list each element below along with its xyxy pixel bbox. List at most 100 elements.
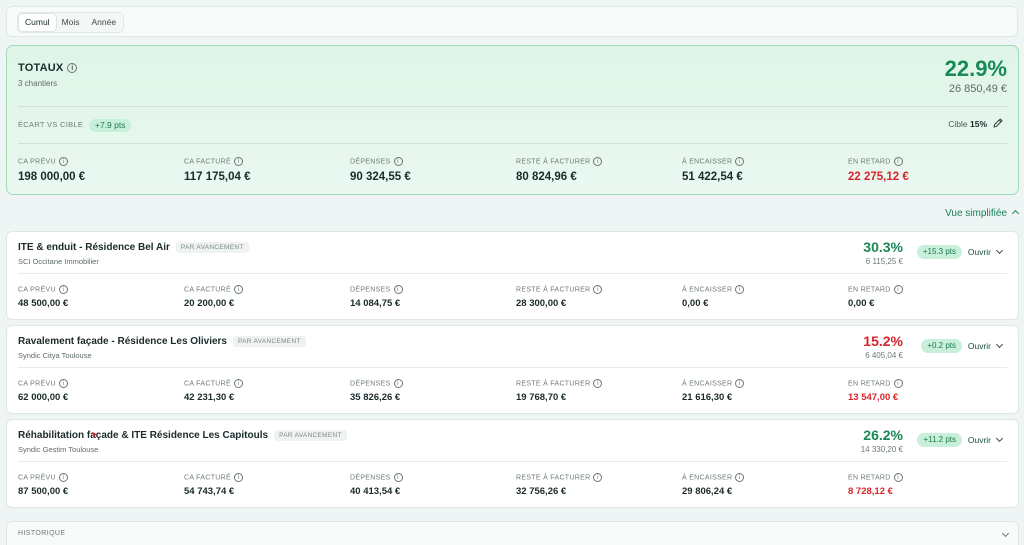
- vue-simplifiee-label: Vue simplifiée: [945, 208, 1007, 219]
- info-icon[interactable]: i: [58, 379, 68, 388]
- metric-label: DÉPENSES: [350, 158, 391, 166]
- project-card: Ravalement façade - Résidence Les Olivie…: [6, 325, 1019, 414]
- project-name: Ravalement façade - Résidence Les Olivie…: [18, 336, 227, 347]
- info-icon[interactable]: i: [893, 285, 903, 294]
- metric-value: 62 000,00 €: [18, 392, 69, 403]
- info-icon[interactable]: i: [393, 285, 403, 294]
- metric-depenses: DÉPENSES i 14 084,75 €: [350, 285, 403, 309]
- info-icon[interactable]: i: [893, 473, 903, 482]
- metric-label: RESTE À FACTURER: [516, 286, 591, 294]
- metric-value: 32 756,26 €: [516, 486, 567, 497]
- cible-label: Cible: [948, 119, 968, 129]
- tab-mois[interactable]: Mois: [56, 14, 86, 31]
- metric-label: DÉPENSES: [350, 474, 391, 482]
- period-tabs: Cumul Mois Année: [17, 12, 125, 33]
- totals-card: TOTAUX i 3 chantiers 22.9% 26 850,49 € ÉC…: [6, 45, 1019, 195]
- project-client: Syndic Gestim Toulouse: [18, 445, 99, 454]
- project-margin-pct: 30.3%: [863, 239, 903, 255]
- project-card: Réhabilitation façade & ITE Résidence Le…: [6, 419, 1019, 508]
- info-icon[interactable]: i: [593, 285, 603, 294]
- metric-label: À ENCAISSER: [682, 380, 733, 388]
- metric-label: DÉPENSES: [350, 380, 391, 388]
- info-icon[interactable]: i: [233, 157, 243, 166]
- totals-title-text: TOTAUX: [18, 62, 64, 74]
- metric-ca-facture: CA FACTURÉ i 54 743,74 €: [184, 473, 243, 497]
- info-icon[interactable]: i: [393, 157, 403, 166]
- info-icon[interactable]: i: [58, 285, 68, 294]
- info-icon[interactable]: i: [67, 63, 78, 74]
- delta-badge: +15.3 pts: [916, 245, 962, 259]
- metric-ca-facture: CA FACTURÉ i 42 231,30 €: [184, 379, 243, 403]
- metric-label: CA PRÉVU: [18, 380, 56, 388]
- edit-pencil-icon[interactable]: [992, 117, 1004, 129]
- open-button[interactable]: Ouvrir: [968, 341, 991, 351]
- info-icon[interactable]: i: [393, 473, 403, 482]
- metric-reste-a-facturer: RESTE À FACTURER i 19 768,70 €: [516, 379, 603, 403]
- mode-badge: PAR AVANCEMENT: [233, 336, 306, 347]
- project-margin-pct: 26.2%: [863, 427, 903, 443]
- metric-reste-a-facturer: RESTE À FACTURER i 32 756,26 €: [516, 473, 603, 497]
- ecart-badge: +7.9 pts: [89, 119, 132, 132]
- open-button[interactable]: Ouvrir: [968, 247, 991, 257]
- info-icon[interactable]: i: [233, 285, 243, 294]
- info-icon[interactable]: i: [58, 473, 68, 482]
- project-margin-amount: 6 405,04 €: [865, 351, 903, 360]
- metric-label: RESTE À FACTURER: [516, 380, 591, 388]
- info-icon[interactable]: i: [893, 379, 903, 388]
- info-icon[interactable]: i: [593, 473, 603, 482]
- info-icon[interactable]: i: [735, 473, 745, 482]
- delta-badge: +11.2 pts: [917, 433, 962, 447]
- metric-a-encaisser: À ENCAISSER i 51 422,54 €: [682, 157, 745, 183]
- metric-value: 42 231,30 €: [184, 392, 235, 403]
- project-name: Réhabilitation façade & ITE Résidence Le…: [18, 430, 269, 441]
- metric-ca-prevu: CA PRÉVU i 62 000,00 €: [18, 379, 68, 403]
- history-section[interactable]: HISTORIQUE: [6, 521, 1019, 545]
- info-icon[interactable]: i: [893, 157, 903, 166]
- chevron-down-icon[interactable]: [1001, 529, 1010, 538]
- info-icon[interactable]: i: [735, 379, 745, 388]
- metric-label: CA FACTURÉ: [184, 286, 231, 294]
- info-icon[interactable]: i: [735, 285, 745, 294]
- open-button[interactable]: Ouvrir: [968, 435, 991, 445]
- project-title: ITE & enduit - Résidence Bel Air PAR AVAN…: [18, 242, 249, 253]
- info-icon[interactable]: i: [593, 379, 603, 388]
- project-name: ITE & enduit - Résidence Bel Air: [18, 242, 170, 253]
- project-title: Réhabilitation façade & ITE Résidence Le…: [18, 430, 347, 441]
- metric-label: CA FACTURÉ: [184, 474, 231, 482]
- project-client: Syndic Citya Toulouse: [18, 351, 92, 360]
- metric-reste-a-facturer: RESTE À FACTURER i 80 824,96 €: [516, 157, 603, 183]
- tab-annee[interactable]: Année: [86, 14, 123, 31]
- metric-value: 28 300,00 €: [516, 298, 567, 309]
- project-title: Ravalement façade - Résidence Les Olivie…: [18, 336, 306, 347]
- metric-value: 80 824,96 €: [516, 171, 577, 183]
- totals-subtitle: 3 chantiers: [18, 79, 58, 88]
- metric-value: 117 175,04 €: [184, 171, 251, 183]
- info-icon[interactable]: i: [735, 157, 745, 166]
- cible-display: Cible 15%: [948, 119, 987, 129]
- chevron-down-icon[interactable]: [995, 246, 1004, 255]
- metric-label: CA PRÉVU: [18, 474, 56, 482]
- chevron-down-icon[interactable]: [995, 434, 1004, 443]
- vue-simplifiee-toggle[interactable]: Vue simplifiée: [945, 208, 1020, 219]
- info-icon[interactable]: i: [593, 157, 603, 166]
- metric-en-retard: EN RETARD i 0,00 €: [848, 285, 903, 309]
- metric-ca-prevu: CA PRÉVU i 87 500,00 €: [18, 473, 68, 497]
- metric-value: 22 275,12 €: [848, 171, 909, 183]
- chevron-down-icon[interactable]: [995, 340, 1004, 349]
- metric-value: 87 500,00 €: [18, 486, 69, 497]
- info-icon[interactable]: i: [393, 379, 403, 388]
- metric-ca-prevu: CA PRÉVU i 198 000,00 €: [18, 157, 85, 183]
- totals-title: TOTAUX i: [18, 62, 78, 74]
- history-label: HISTORIQUE: [18, 530, 66, 537]
- info-icon[interactable]: i: [58, 157, 68, 166]
- divider: [18, 461, 1007, 462]
- divider: [18, 273, 1007, 274]
- tab-cumul[interactable]: Cumul: [19, 14, 56, 31]
- metric-a-encaisser: À ENCAISSER i 0,00 €: [682, 285, 745, 309]
- metric-value: 198 000,00 €: [18, 171, 86, 183]
- metric-label: RESTE À FACTURER: [516, 158, 591, 166]
- info-icon[interactable]: i: [233, 473, 243, 482]
- metric-value: 90 324,55 €: [350, 171, 411, 183]
- metric-value: 8 728,12 €: [848, 486, 893, 497]
- info-icon[interactable]: i: [233, 379, 243, 388]
